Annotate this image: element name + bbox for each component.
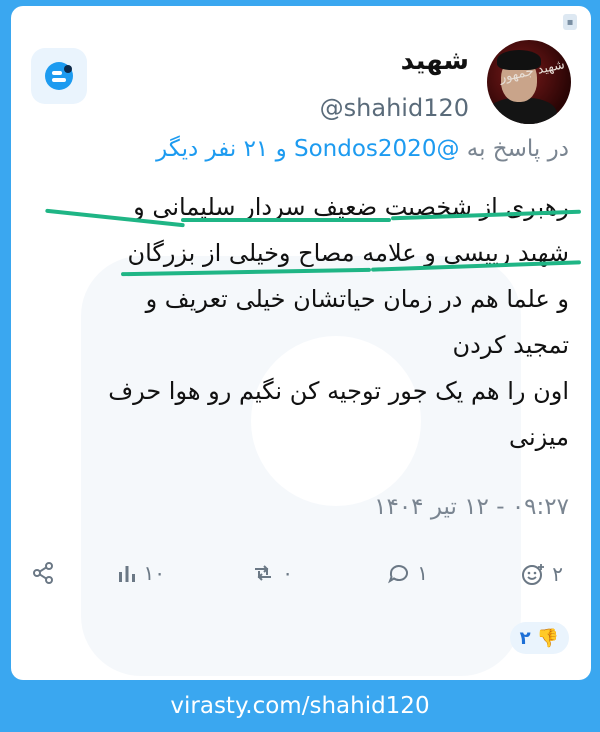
react-button[interactable]: ۲ — [520, 561, 563, 587]
repost-icon — [255, 565, 272, 581]
avatar[interactable]: شهید جمهور — [487, 40, 571, 124]
dislike-reaction-badge[interactable]: ۲ 👎 — [509, 622, 569, 654]
reply-prefix: در پاسخ به — [466, 136, 569, 162]
comment-icon — [388, 565, 409, 584]
reply-mention-link[interactable]: @Sondos2020 — [294, 136, 459, 162]
tweet-line: رهبری از شخصیت ضعیف سردار سلیمانی و — [133, 193, 569, 221]
repost-count: ۰ — [282, 561, 293, 585]
tweet-line: تمجید کردن — [452, 331, 570, 359]
reply-count: ۱ — [417, 561, 428, 585]
share-button[interactable] — [31, 561, 55, 585]
timestamp[interactable]: ۰۹:۲۷ - ۱۲ تیر ۱۴۰۴ — [374, 494, 569, 520]
reply-others-link[interactable]: و ۲۱ نفر دیگر — [156, 136, 287, 162]
tweet-line: اون را هم یک جور توجیه کن نگیم رو هوا حر… — [108, 377, 569, 405]
virasty-logo-icon — [31, 48, 87, 104]
action-bar: ۲ ۱ ۰ ۱۰ — [11, 561, 591, 601]
tweet-text: رهبری از شخصیت ضعیف سردار سلیمانی و شهید… — [29, 184, 569, 460]
tweet-line: و علما هم در زمان حیاتشان خیلی تعریف و — [145, 285, 569, 313]
thumbs-down-icon: 👎 — [536, 627, 559, 649]
tweet-card: ▪ شهید جمهور شهید @shahid120 در پاسخ به … — [11, 6, 591, 680]
views-count: ۱۰ — [143, 561, 165, 585]
views-bar-chart-icon — [118, 566, 135, 582]
react-count: ۲ — [552, 562, 563, 586]
footer-url[interactable]: virasty.com/shahid120 — [0, 680, 600, 732]
highlight-underline — [181, 218, 391, 222]
reply-button[interactable]: ۱ — [387, 561, 428, 585]
repost-button[interactable]: ۰ — [250, 561, 293, 585]
dislike-count: ۲ — [519, 627, 531, 649]
reply-context: در پاسخ به @Sondos2020 و ۲۱ نفر دیگر — [156, 136, 569, 162]
emoji-react-icon — [522, 564, 545, 585]
user-handle[interactable]: @shahid120 — [320, 94, 469, 122]
share-icon — [33, 562, 53, 584]
views-button[interactable]: ۱۰ — [116, 561, 165, 585]
corner-badge-icon: ▪ — [563, 14, 577, 30]
tweet-line: میزنی — [508, 423, 569, 451]
display-name[interactable]: شهید — [401, 46, 469, 76]
